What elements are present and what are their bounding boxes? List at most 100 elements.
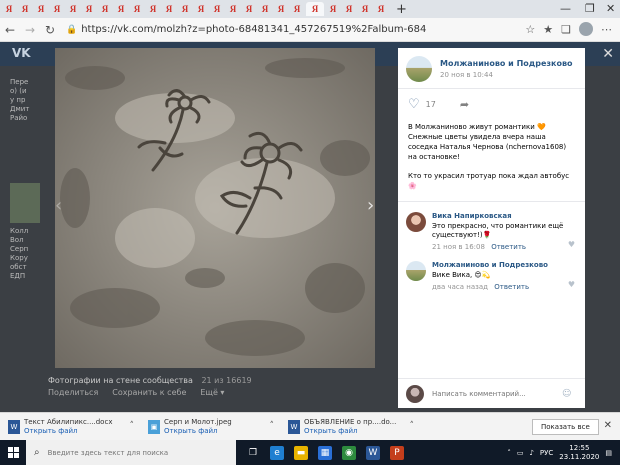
post-date[interactable]: 20 ноя в 10:44 [440, 71, 573, 79]
comment-like-icon[interactable]: ♥ [568, 280, 575, 289]
more-menu-link[interactable]: Ещё ▾ [200, 388, 224, 397]
save-to-me-link[interactable]: Сохранить к себе [112, 388, 186, 397]
taskbar-search-input[interactable] [47, 448, 228, 457]
notifications-icon[interactable]: ▤ [605, 449, 612, 457]
tray-chevron-icon[interactable]: ˄ [507, 449, 511, 457]
star-icon[interactable]: ☆ [525, 23, 535, 36]
photo-viewer-image[interactable] [55, 48, 375, 368]
browser-tab-strip: Я Я Я Я Я Я Я Я Я Я Я Я Я Я Я Я Я Я Я Я Я Я Я Я + — ❐ ✕ [0, 0, 620, 18]
profile-avatar[interactable] [579, 22, 593, 36]
comment-author[interactable]: Вика Напирковская [432, 212, 577, 220]
comment-date[interactable]: два часа назад [432, 283, 488, 291]
next-photo-icon[interactable]: › [367, 195, 374, 216]
browser-tab[interactable]: Я [66, 2, 80, 16]
taskbar-search[interactable]: ⌕ [26, 440, 236, 465]
clock[interactable]: 12:55 23.11.2020 [559, 444, 599, 462]
like-heart-icon[interactable]: ♡ [408, 97, 420, 112]
browser-tab[interactable]: Я [326, 2, 340, 16]
chrome-icon[interactable]: ◉ [342, 445, 356, 460]
share-link[interactable]: Поделиться [48, 388, 98, 397]
browser-tab[interactable]: Я [114, 2, 128, 16]
open-file-link[interactable]: Открыть файл [164, 427, 232, 436]
browser-tab[interactable]: Я [18, 2, 32, 16]
browser-tab[interactable]: Я [242, 2, 256, 16]
powerpoint-icon[interactable]: P [390, 445, 404, 460]
download-text: ОБЪЯВЛЕНИЕ о пр....do... Открыть файл [304, 418, 396, 436]
browser-tab[interactable]: Я [374, 2, 388, 16]
download-item[interactable]: W Текст Абилипикс....docx Открыть файл ˄ [0, 418, 140, 436]
restore-icon[interactable]: ❐ [585, 2, 595, 15]
browser-tab[interactable]: Я [50, 2, 64, 16]
show-all-downloads-button[interactable]: Показать все [532, 419, 599, 435]
task-view-icon[interactable]: ❐ [246, 446, 260, 460]
browser-tab[interactable]: Я [98, 2, 112, 16]
chevron-up-icon[interactable]: ˄ [270, 421, 275, 431]
browser-tab[interactable]: Я [258, 2, 272, 16]
browser-tab[interactable]: Я [2, 2, 16, 16]
comment-item: Вика Напирковская Это прекрасно, что ром… [398, 206, 585, 255]
favorites-icon[interactable]: ★ [543, 23, 553, 36]
downloads-bar: W Текст Абилипикс....docx Открыть файл ˄… [0, 412, 620, 440]
group-name-link[interactable]: Молжаниново и Подрезково [440, 59, 573, 68]
chevron-up-icon[interactable]: ˄ [410, 421, 415, 431]
close-downloads-icon[interactable]: ✕ [604, 420, 612, 431]
browser-tab[interactable]: Я [178, 2, 192, 16]
browser-tab[interactable]: Я [306, 2, 324, 16]
browser-tab[interactable]: Я [130, 2, 144, 16]
reply-link[interactable]: Ответить [494, 283, 529, 291]
start-button[interactable] [0, 440, 26, 465]
store-icon[interactable]: ▦ [318, 445, 332, 460]
open-file-link[interactable]: Открыть файл [304, 427, 396, 436]
open-file-link[interactable]: Открыть файл [24, 427, 112, 436]
download-item[interactable]: ▣ Серп и Молот.jpeg Открыть файл ˄ [140, 418, 280, 436]
file-explorer-icon[interactable]: ▬ [294, 445, 308, 460]
forward-icon[interactable]: → [20, 23, 40, 37]
browser-tab[interactable]: Я [210, 2, 224, 16]
reload-icon[interactable]: ↻ [40, 23, 60, 37]
comment-avatar[interactable] [406, 212, 426, 232]
back-icon[interactable]: ← [0, 23, 20, 37]
comment-avatar[interactable] [406, 261, 426, 281]
browser-tab[interactable]: Я [342, 2, 356, 16]
comment-like-icon[interactable]: ♥ [568, 240, 575, 249]
browser-tab[interactable]: Я [274, 2, 288, 16]
close-viewer-icon[interactable]: ✕ [602, 46, 614, 62]
group-avatar[interactable] [406, 56, 432, 82]
chevron-up-icon[interactable]: ˄ [130, 421, 135, 431]
taskbar-apps: ❐ e ▬ ▦ ◉ W P [246, 445, 404, 460]
browser-tab[interactable]: Я [290, 2, 304, 16]
emoji-icon[interactable]: ☺ [562, 389, 571, 399]
previous-photo-icon[interactable]: ‹ [55, 195, 62, 216]
close-window-icon[interactable]: ✕ [606, 2, 615, 15]
minimize-icon[interactable]: — [560, 2, 571, 15]
browser-tab[interactable]: Я [358, 2, 372, 16]
browser-tab[interactable]: Я [34, 2, 48, 16]
comment-author[interactable]: Молжаниново и Подрезково [432, 261, 577, 269]
album-label[interactable]: Фотографии на стене сообщества [48, 376, 193, 385]
reply-link[interactable]: Ответить [491, 243, 526, 251]
comment-item: Молжаниново и Подрезково Вике Вика, 😍💫 д… [398, 255, 585, 295]
edge-browser-icon[interactable]: e [270, 445, 284, 460]
browser-tab[interactable]: Я [162, 2, 176, 16]
language-indicator[interactable]: РУС [540, 449, 553, 457]
share-arrow-icon[interactable]: ➦ [460, 98, 469, 111]
network-icon[interactable]: ▭ [517, 449, 524, 457]
browser-tab[interactable]: Я [146, 2, 160, 16]
browser-tab[interactable]: Я [194, 2, 208, 16]
collections-icon[interactable]: ❏ [561, 23, 571, 36]
windows-taskbar: ⌕ ❐ e ▬ ▦ ◉ W P ˄ ▭ ♪ РУС 12:55 23.11.20… [0, 440, 620, 465]
download-text: Серп и Молот.jpeg Открыть файл [164, 418, 232, 436]
menu-icon[interactable]: ⋯ [601, 23, 612, 36]
browser-tab[interactable]: Я [226, 2, 240, 16]
browser-tab[interactable]: Я [82, 2, 96, 16]
comment-date[interactable]: 21 ноя в 16:08 [432, 243, 485, 251]
new-tab-button[interactable]: + [396, 2, 407, 17]
vk-logo[interactable]: VK [12, 46, 31, 60]
volume-icon[interactable]: ♪ [529, 449, 533, 457]
word-icon[interactable]: W [366, 445, 380, 460]
address-bar[interactable]: 🔒 https://vk.com/molzh?z=photo-68481341_… [66, 21, 426, 39]
clock-time: 12:55 [569, 443, 590, 452]
comment-input[interactable] [432, 389, 562, 398]
peek-line: Райо [10, 114, 28, 122]
download-item[interactable]: W ОБЪЯВЛЕНИЕ о пр....do... Открыть файл … [280, 418, 420, 436]
